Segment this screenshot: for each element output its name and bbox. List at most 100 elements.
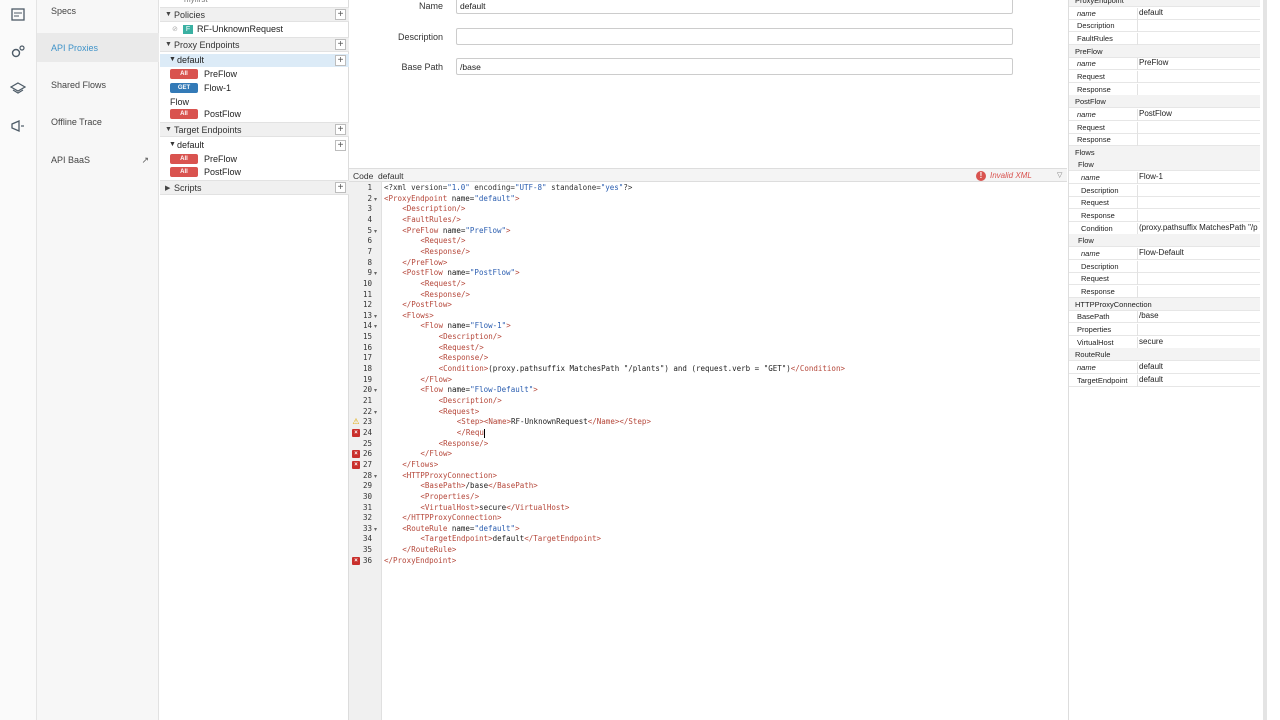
collapse-icon[interactable]: ▼ (165, 11, 172, 18)
property-value[interactable] (1137, 273, 1261, 285)
expand-icon[interactable]: ▶ (165, 184, 170, 192)
property-row[interactable]: Response (1069, 133, 1261, 146)
property-row[interactable]: name PreFlow (1069, 57, 1261, 70)
code-line[interactable]: <HTTPProxyConnection> (402, 471, 497, 481)
proxy-endpoints-header[interactable]: ▼ Proxy Endpoints + (160, 37, 349, 52)
code-line[interactable]: <BasePath>/base</BasePath> (420, 481, 537, 491)
policy-item[interactable]: ⊘ F RF-UnknownRequest (160, 23, 349, 36)
code-line[interactable]: <RouteRule name="default"> (402, 524, 519, 534)
code-line[interactable]: <Description/> (402, 204, 465, 214)
megaphone-icon[interactable] (10, 118, 26, 134)
fold-toggle-icon[interactable]: ▾ (374, 323, 377, 330)
property-row[interactable]: BasePath/base (1069, 310, 1261, 323)
add-target-flow-button[interactable]: + (335, 140, 346, 151)
code-line[interactable]: </HTTPProxyConnection> (402, 513, 501, 523)
fold-toggle-icon[interactable]: ▾ (374, 196, 377, 203)
property-value[interactable]: Flow-1 (1137, 172, 1261, 184)
property-row[interactable]: Flow (1069, 158, 1261, 171)
property-value[interactable]: PreFlow (1137, 58, 1261, 70)
property-row[interactable]: Response (1069, 285, 1261, 298)
code-line[interactable]: </Flow> (420, 375, 452, 385)
add-flow-button[interactable]: + (335, 55, 346, 66)
code-line[interactable]: <PostFlow name="PostFlow"> (402, 268, 519, 278)
code-line[interactable]: <Condition>(proxy.pathsuffix MatchesPath… (439, 364, 845, 374)
nav-offline-trace[interactable]: Offline Trace (51, 117, 102, 127)
code-line[interactable]: <VirtualHost>secure</VirtualHost> (420, 503, 569, 513)
error-icon[interactable]: × (352, 557, 360, 565)
code-line[interactable]: </ProxyEndpoint> (384, 556, 456, 566)
target-endpoint-default[interactable]: ▼ default + (160, 139, 349, 152)
chevron-down-icon[interactable]: ▽ (1057, 171, 1062, 179)
property-row[interactable]: Properties (1069, 323, 1261, 336)
code-line[interactable]: <Response/> (439, 353, 489, 363)
property-value[interactable]: default (1137, 362, 1261, 374)
property-value[interactable]: /base (1137, 311, 1261, 323)
code-line[interactable]: </PreFlow> (402, 258, 447, 268)
specs-icon[interactable] (10, 7, 26, 23)
code-line[interactable]: <Description/> (439, 396, 502, 406)
property-row[interactable]: PostFlow (1069, 95, 1261, 108)
scripts-header[interactable]: ▶ Scripts + (160, 180, 349, 195)
property-value[interactable] (1137, 134, 1261, 146)
fold-toggle-icon[interactable]: ▾ (374, 473, 377, 480)
code-line[interactable]: <Step><Name>RF-UnknownRequest</Name></St… (457, 417, 651, 427)
property-value[interactable] (1137, 71, 1261, 83)
property-value[interactable]: Flow-Default (1137, 248, 1261, 260)
nav-shared-flows[interactable]: Shared Flows (51, 80, 106, 90)
fold-toggle-icon[interactable]: ▾ (374, 313, 377, 320)
error-icon[interactable]: × (352, 461, 360, 469)
property-row[interactable]: name Flow-Default (1069, 247, 1261, 260)
fold-toggle-icon[interactable]: ▾ (374, 228, 377, 235)
code-line[interactable]: <Flow name="Flow-Default"> (420, 385, 537, 395)
property-value[interactable] (1137, 197, 1261, 209)
code-line[interactable]: <Description/> (439, 332, 502, 342)
add-policy-button[interactable]: + (335, 9, 346, 20)
collapse-icon[interactable]: ▼ (165, 126, 172, 133)
target-endpoints-header[interactable]: ▼ Target Endpoints + (160, 122, 349, 137)
code-line[interactable]: <Response/> (420, 247, 470, 257)
fold-toggle-icon[interactable]: ▾ (374, 409, 377, 416)
warning-icon[interactable]: ⚠ (352, 418, 360, 426)
property-row[interactable]: Request (1069, 70, 1261, 83)
property-row[interactable]: name default (1069, 361, 1261, 374)
property-row[interactable]: TargetEndpoint default (1069, 374, 1261, 387)
collapse-icon[interactable]: ▼ (165, 41, 172, 48)
property-row[interactable]: Description (1069, 19, 1261, 32)
property-row[interactable]: name PostFlow (1069, 108, 1261, 121)
code-line[interactable]: <Response/> (420, 290, 470, 300)
property-row[interactable]: Request (1069, 272, 1261, 285)
code-line[interactable]: <Request/> (420, 279, 465, 289)
flow-flow1[interactable]: GET Flow-1 (160, 82, 349, 95)
code-line[interactable]: <?xml version="1.0" encoding="UTF-8" sta… (384, 183, 632, 193)
gear-icon[interactable] (10, 44, 26, 60)
property-row[interactable]: RouteRule (1069, 348, 1261, 361)
property-value[interactable]: default (1137, 375, 1261, 387)
code-line[interactable]: <Request/> (439, 343, 484, 353)
code-line[interactable]: </Requ (457, 428, 485, 438)
nav-specs[interactable]: Specs (51, 6, 76, 16)
flow-postflow[interactable]: All PostFlow (160, 108, 349, 121)
code-line[interactable]: </PostFlow> (402, 300, 452, 310)
fold-toggle-icon[interactable]: ▾ (374, 387, 377, 394)
code-line[interactable]: <ProxyEndpoint name="default"> (384, 194, 519, 204)
code-line[interactable]: <Request/> (420, 236, 465, 246)
flow-preflow[interactable]: All PreFlow (160, 68, 349, 81)
code-line[interactable]: <Flows> (402, 311, 434, 321)
error-icon[interactable]: × (352, 450, 360, 458)
property-value[interactable] (1137, 210, 1261, 222)
property-value[interactable] (1137, 20, 1261, 32)
code-line[interactable]: <FaultRules/> (402, 215, 461, 225)
code-line[interactable]: </RouteRule> (402, 545, 456, 555)
property-row[interactable]: Flow (1069, 234, 1261, 247)
property-row[interactable]: Request (1069, 196, 1261, 209)
description-field[interactable] (456, 28, 1013, 45)
target-preflow[interactable]: All PreFlow (160, 153, 349, 166)
code-line[interactable]: <Response/> (439, 439, 489, 449)
policies-header[interactable]: ▼ Policies + (160, 7, 349, 22)
code-line[interactable]: <TargetEndpoint>default</TargetEndpoint> (420, 534, 601, 544)
code-line[interactable]: </Flows> (402, 460, 438, 470)
code-line[interactable]: <Properties/> (420, 492, 479, 502)
add-target-endpoint-button[interactable]: + (335, 124, 346, 135)
property-row[interactable]: Response (1069, 209, 1261, 222)
collapse-icon[interactable]: ▼ (169, 56, 176, 63)
